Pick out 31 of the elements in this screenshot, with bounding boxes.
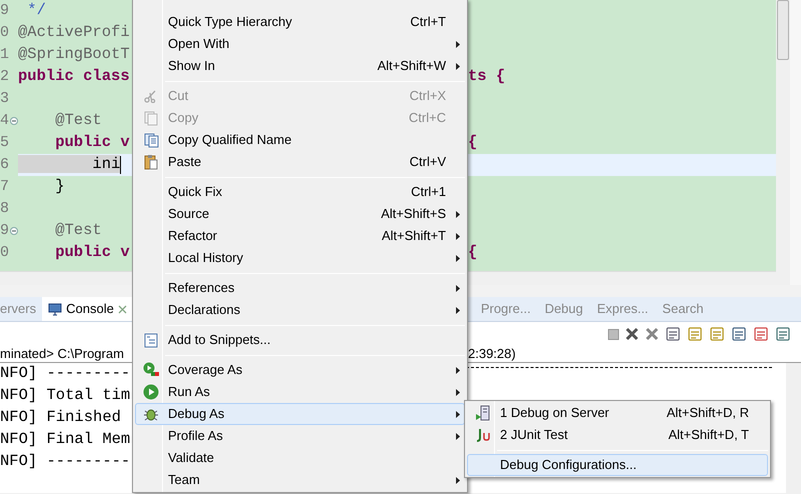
code-text: { xyxy=(468,132,478,154)
line-number: 4 xyxy=(0,110,10,131)
console-line: NFO] Finished xyxy=(0,407,121,428)
console-line: NFO] Final Mem xyxy=(0,429,130,450)
code-text: @Test xyxy=(54,220,102,242)
code-text: } xyxy=(54,176,65,198)
line-number: 7 xyxy=(0,176,10,197)
code-text: @SpringBootT xyxy=(18,44,130,66)
line-number: 0 xyxy=(0,22,10,43)
console-line: NFO] Total tim xyxy=(0,385,130,406)
code-text: @Test xyxy=(54,110,102,132)
code-text: @ActiveProfi xyxy=(18,22,130,44)
console-line: NFO] --------- xyxy=(0,451,130,472)
line-number: 5 xyxy=(0,132,10,153)
console-line: NFO] --------- xyxy=(0,363,130,384)
line-number: 8 xyxy=(0,198,10,219)
code-text: public v xyxy=(54,242,130,264)
process-label: minated> C:\Program xyxy=(0,345,125,364)
code-text: public v xyxy=(54,132,130,154)
line-number: 9 xyxy=(0,220,10,241)
line-number: 2 xyxy=(0,66,10,87)
line-number: 6 xyxy=(0,154,10,175)
code-text: public class xyxy=(18,66,130,88)
code-text: { xyxy=(468,242,478,264)
line-number: 1 xyxy=(0,44,10,65)
line-number: 0 xyxy=(0,242,10,263)
line-number: 9 xyxy=(0,0,10,21)
line-number: 3 xyxy=(0,88,10,109)
code-text: ts { xyxy=(468,66,506,88)
process-label: 2:39:28) xyxy=(468,345,516,364)
code-text: */ xyxy=(26,0,46,22)
